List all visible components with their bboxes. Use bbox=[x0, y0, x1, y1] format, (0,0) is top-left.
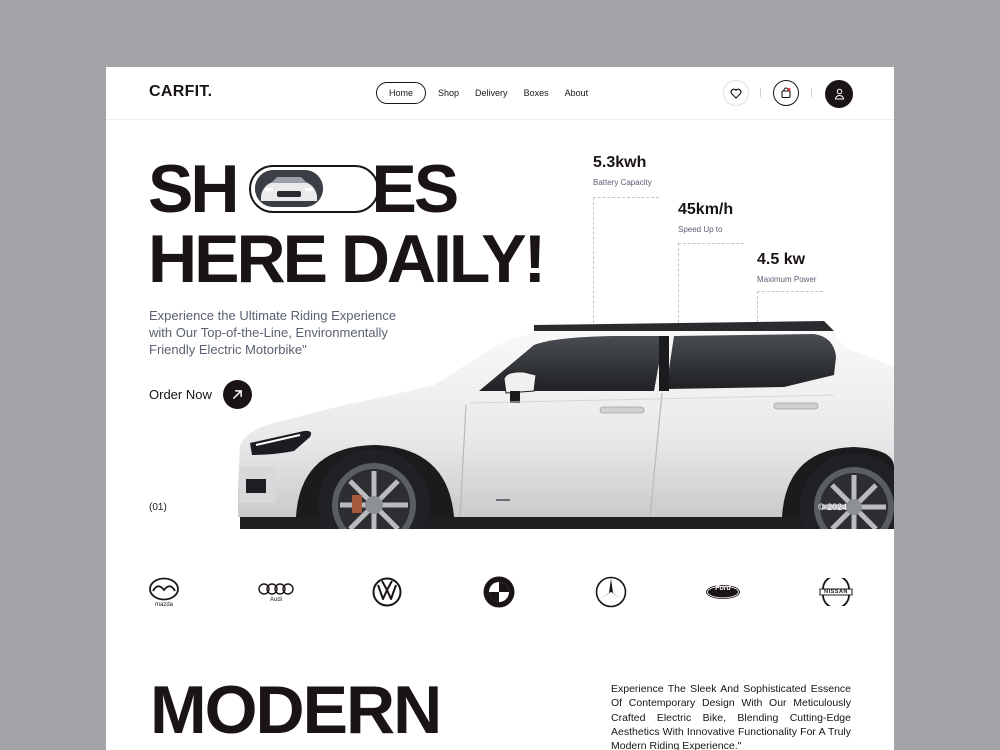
landing-page: CARFIT. Home Shop Delivery Boxes About S… bbox=[106, 67, 894, 750]
brand-mercedes[interactable] bbox=[581, 570, 641, 614]
nav-home[interactable]: Home bbox=[376, 82, 427, 104]
cart-icon bbox=[781, 87, 791, 99]
nav-shop[interactable]: Shop bbox=[430, 82, 467, 104]
electric-car-illustration bbox=[238, 321, 894, 561]
hero-title-part2: ES bbox=[371, 151, 459, 227]
brand-ford-caption: Ford bbox=[715, 585, 731, 592]
brand-vw[interactable] bbox=[357, 570, 417, 614]
spec-connector-line bbox=[593, 197, 659, 328]
brand-nissan[interactable]: NISSAN bbox=[806, 570, 866, 614]
brand-audi-caption: Audi bbox=[269, 596, 282, 603]
wishlist-button[interactable] bbox=[723, 80, 749, 106]
hero-title-line2: HERE DAILY! bbox=[148, 221, 546, 297]
header-divider bbox=[811, 88, 812, 97]
brand-logos-row: mazda Audi Ford NISSAN bbox=[106, 570, 894, 614]
nav-boxes[interactable]: Boxes bbox=[516, 82, 557, 104]
header-divider bbox=[760, 88, 761, 97]
copyright-text: © 2024 bbox=[818, 502, 848, 512]
spec-speed-value: 45km/h bbox=[678, 201, 734, 218]
bmw-logo bbox=[483, 576, 515, 608]
cart-button[interactable] bbox=[773, 80, 799, 106]
brand-logo[interactable]: CARFIT. bbox=[149, 83, 212, 101]
heart-icon bbox=[730, 88, 742, 99]
site-header: CARFIT. Home Shop Delivery Boxes About bbox=[106, 67, 894, 120]
brand-mazda-caption: mazda bbox=[154, 601, 173, 608]
main-nav: Home Shop Delivery Boxes About bbox=[376, 82, 596, 104]
slide-index: (01) bbox=[149, 502, 167, 513]
hero-toggle-pill[interactable] bbox=[249, 165, 379, 213]
spec-battery-value: 5.3kwh bbox=[593, 154, 647, 171]
brand-bmw[interactable] bbox=[469, 570, 529, 614]
hero-title-part1: SH bbox=[148, 151, 239, 227]
spec-power-value: 4.5 kw bbox=[757, 251, 806, 268]
user-icon bbox=[834, 88, 844, 100]
nav-about[interactable]: About bbox=[557, 82, 597, 104]
spec-battery-label: Battery Capacity bbox=[593, 178, 652, 187]
nav-delivery[interactable]: Delivery bbox=[467, 82, 516, 104]
account-button[interactable] bbox=[825, 80, 853, 108]
order-now-label[interactable]: Order Now bbox=[149, 387, 212, 402]
brand-nissan-caption: NISSAN bbox=[824, 589, 848, 595]
mazda-logo bbox=[149, 577, 179, 600]
vw-logo bbox=[372, 577, 402, 607]
spec-connector-line bbox=[678, 243, 744, 328]
hero-car-image bbox=[234, 317, 894, 561]
spec-speed-label: Speed Up to bbox=[678, 225, 723, 234]
brand-mazda[interactable]: mazda bbox=[134, 570, 194, 614]
mercedes-logo bbox=[595, 576, 627, 608]
brand-ford[interactable]: Ford bbox=[693, 570, 753, 614]
car-thumbnail bbox=[255, 170, 323, 207]
audi-logo bbox=[258, 582, 294, 595]
brand-audi[interactable]: Audi bbox=[246, 570, 306, 614]
car-front-image bbox=[255, 170, 323, 207]
header-actions bbox=[723, 80, 853, 108]
section-description: Experience The Sleek And Sophisticated E… bbox=[611, 683, 851, 750]
section-heading: MODERN bbox=[150, 672, 442, 748]
spec-power-label: Maximum Power bbox=[757, 275, 817, 284]
